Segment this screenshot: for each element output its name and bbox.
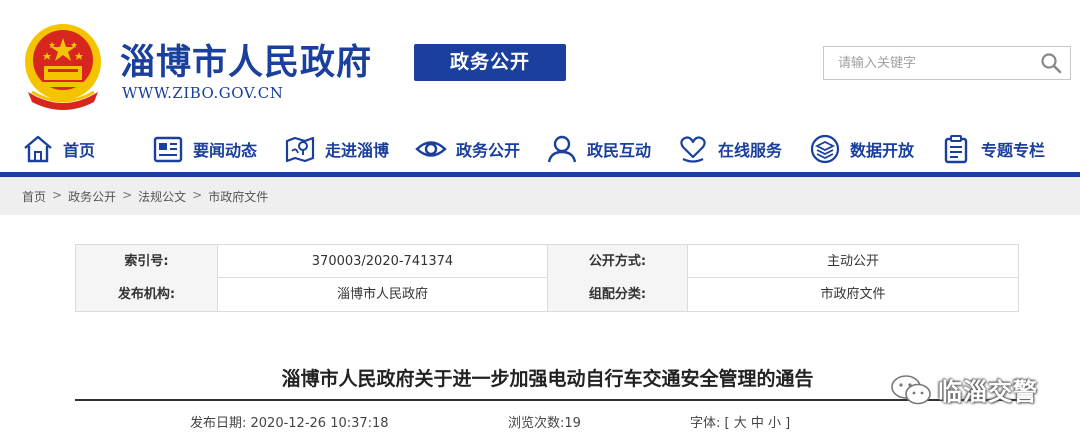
people-icon <box>547 135 577 163</box>
nav-label: 政务公开 <box>456 141 521 160</box>
nav-item-about-zibo[interactable]: 走进淄博 <box>284 132 389 166</box>
section-badge[interactable]: 政务公开 <box>414 44 566 81</box>
breadcrumb-item-home[interactable]: 首页 <box>22 188 46 205</box>
wechat-icon <box>891 374 931 404</box>
heart-hand-icon <box>680 136 706 163</box>
news-icon <box>153 136 183 163</box>
nav-label: 要闻动态 <box>193 141 258 160</box>
main-nav: 首页 要闻动态 走进淄博 政务公开 政民互动 在线服务 数据开放 专题专栏 <box>0 124 1080 174</box>
eye-icon <box>415 141 447 157</box>
document-meta-table: 索引号: 370003/2020-741374 公开方式: 主动公开 发布机构:… <box>75 244 1019 312</box>
breadcrumb-separator: > <box>192 188 203 202</box>
search-input[interactable] <box>824 47 1034 79</box>
table-row: 索引号: 370003/2020-741374 公开方式: 主动公开 <box>76 245 1018 278</box>
site-url[interactable]: WWW.ZIBO.GOV.CN <box>122 84 283 102</box>
nav-item-interaction[interactable]: 政民互动 <box>546 132 651 166</box>
search-box <box>823 46 1071 80</box>
site-header: 淄博市人民政府 WWW.ZIBO.GOV.CN 政务公开 <box>0 0 1080 120</box>
breadcrumb-separator: > <box>122 188 133 202</box>
nav-label: 首页 <box>63 141 96 160</box>
breadcrumb-item-gov-affairs[interactable]: 政务公开 <box>68 188 116 205</box>
index-value: 370003/2020-741374 <box>218 245 548 278</box>
layers-icon <box>810 134 840 164</box>
category-value: 市政府文件 <box>820 287 886 302</box>
watermark-text: 临淄交警 <box>938 378 1038 406</box>
nav-label: 数据开放 <box>850 141 915 160</box>
nav-item-gov-affairs[interactable]: 政务公开 <box>415 132 520 166</box>
nav-item-special-topics[interactable]: 专题专栏 <box>940 132 1045 166</box>
nav-label: 政民互动 <box>587 141 652 160</box>
table-row: 发布机构: 淄博市人民政府 组配分类: 市政府文件 <box>76 278 1018 311</box>
breadcrumb-separator: > <box>52 188 63 202</box>
national-emblem-icon <box>25 24 101 110</box>
search-icon[interactable] <box>1040 52 1062 74</box>
nav-item-news[interactable]: 要闻动态 <box>152 132 257 166</box>
font-size-switcher[interactable]: 字体: [ 大 中 小 ] <box>690 412 790 431</box>
publicity-value: 主动公开 <box>826 254 879 269</box>
nav-item-online-services[interactable]: 在线服务 <box>677 132 782 166</box>
breadcrumb-item-city-docs[interactable]: 市政府文件 <box>208 188 268 205</box>
document-icon <box>944 135 968 164</box>
issuer-value: 淄博市人民政府 <box>218 278 548 311</box>
publish-date: 发布日期: 2020-12-26 10:37:18 <box>190 416 389 431</box>
breadcrumb-item-regulations[interactable]: 法规公文 <box>138 188 186 205</box>
map-icon <box>285 136 315 163</box>
nav-label: 在线服务 <box>718 141 783 160</box>
home-icon <box>24 135 52 163</box>
issuer-label: 发布机构: <box>76 278 218 311</box>
nav-label: 专题专栏 <box>981 141 1046 160</box>
nav-label: 走进淄博 <box>325 141 390 160</box>
site-title[interactable]: 淄博市人民政府 <box>120 34 372 85</box>
breadcrumb-bar: 首页 > 政务公开 > 法规公文 > 市政府文件 <box>0 177 1080 215</box>
publicity-label: 公开方式: <box>548 245 688 278</box>
nav-item-home[interactable]: 首页 <box>22 132 95 166</box>
category-label: 组配分类: <box>548 278 688 311</box>
title-divider <box>75 399 1019 401</box>
nav-item-open-data[interactable]: 数据开放 <box>809 132 914 166</box>
view-count: 浏览次数:19 <box>508 416 581 431</box>
index-label: 索引号: <box>76 245 218 278</box>
watermark: 临淄交警 <box>890 372 1038 407</box>
breadcrumb: 首页 > 政务公开 > 法规公文 > 市政府文件 <box>22 188 268 205</box>
